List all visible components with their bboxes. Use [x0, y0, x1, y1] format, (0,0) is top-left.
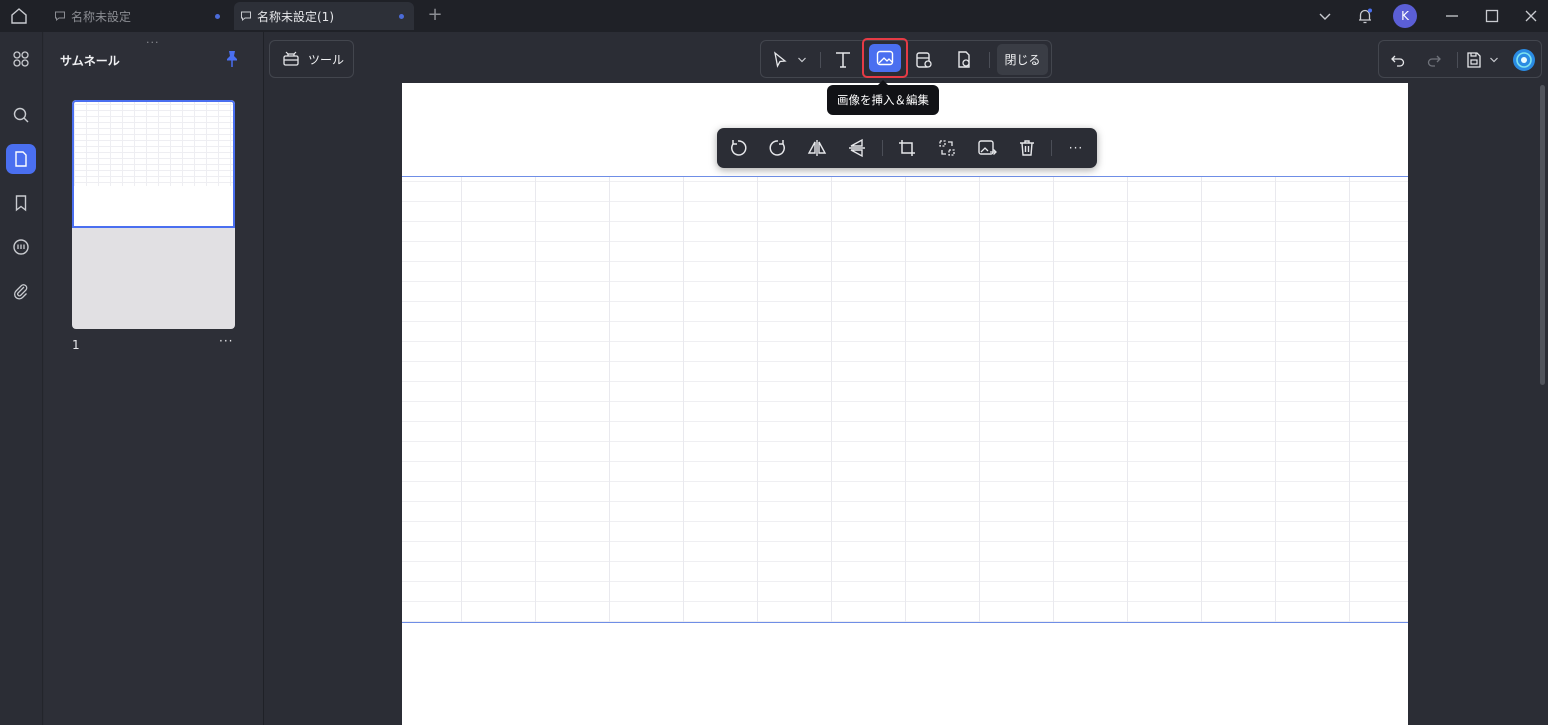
title-bar: 名称未設定 名称未設定(1) + K	[0, 0, 1548, 32]
home-icon[interactable]	[6, 4, 32, 28]
ai-assistant-icon[interactable]	[1509, 45, 1539, 75]
thumbnail-page-preview	[72, 100, 235, 228]
undo-redo-group	[1378, 40, 1542, 78]
tools-label: ツール	[308, 52, 345, 67]
page-thumbnail[interactable]	[72, 100, 235, 329]
link-icon[interactable]	[909, 45, 939, 75]
thumbnail-more-button[interactable]: ···	[219, 334, 233, 348]
comments-icon[interactable]	[6, 232, 36, 262]
notification-bell-icon[interactable]	[1351, 4, 1379, 28]
maximize-icon[interactable]	[1478, 4, 1506, 28]
watermark-icon[interactable]	[949, 45, 979, 75]
chevron-down-icon[interactable]	[1311, 4, 1339, 28]
tab-label: 名称未設定(1)	[257, 9, 334, 24]
new-tab-button[interactable]: +	[426, 6, 444, 24]
tools-button[interactable]: ツール	[269, 40, 354, 78]
undo-icon[interactable]	[1383, 45, 1413, 75]
vertical-scrollbar[interactable]	[1540, 85, 1545, 385]
unsaved-dot	[399, 14, 404, 19]
rotate-right-icon[interactable]	[764, 134, 792, 162]
grid-image[interactable]	[402, 176, 1408, 623]
crop-icon[interactable]	[893, 134, 921, 162]
page-thumbnail-icon[interactable]	[6, 144, 36, 174]
image-icon	[869, 44, 901, 72]
flip-vertical-icon[interactable]	[843, 134, 871, 162]
chevron-down-icon[interactable]	[1485, 45, 1503, 75]
attachment-icon[interactable]	[6, 276, 36, 306]
close-window-icon[interactable]	[1517, 4, 1545, 28]
add-text-icon[interactable]	[828, 45, 858, 75]
rotate-left-icon[interactable]	[724, 134, 752, 162]
thumbnail-page-number: 1	[72, 338, 80, 352]
tab-untitled-1[interactable]: 名称未設定(1)	[234, 2, 414, 30]
tooltip: 画像を挿入＆編集	[827, 80, 939, 115]
flip-horizontal-icon[interactable]	[803, 134, 831, 162]
panel-resize-handle[interactable]: ···	[146, 36, 160, 49]
avatar[interactable]: K	[1393, 4, 1417, 28]
apps-grid-icon[interactable]	[6, 44, 36, 74]
minimize-icon[interactable]	[1438, 4, 1466, 28]
extract-image-icon[interactable]	[973, 134, 1001, 162]
comment-icon	[240, 10, 252, 22]
bookmark-icon[interactable]	[6, 188, 36, 218]
search-icon[interactable]	[6, 100, 36, 130]
edit-toolbar: 閉じる	[760, 38, 1052, 78]
thumbnail-panel: ··· サムネール 1 ···	[44, 32, 264, 725]
delete-icon[interactable]	[1013, 134, 1041, 162]
panel-title: サムネール	[60, 54, 120, 68]
pin-icon[interactable]	[224, 50, 240, 68]
redo-icon[interactable]	[1419, 45, 1449, 75]
chevron-down-icon[interactable]	[791, 45, 813, 75]
tab-label: 名称未設定	[71, 9, 132, 24]
unsaved-dot	[215, 14, 220, 19]
close-edit-button[interactable]: 閉じる	[997, 44, 1048, 75]
replace-image-icon[interactable]	[933, 134, 961, 162]
image-edit-toolbar: ···	[717, 128, 1097, 168]
insert-image-button[interactable]	[862, 38, 908, 78]
more-options-button[interactable]: ···	[1062, 134, 1090, 162]
toolbox-icon	[283, 51, 299, 66]
left-rail	[0, 32, 43, 725]
comment-icon	[54, 10, 66, 22]
tab-untitled[interactable]: 名称未設定	[48, 2, 230, 30]
